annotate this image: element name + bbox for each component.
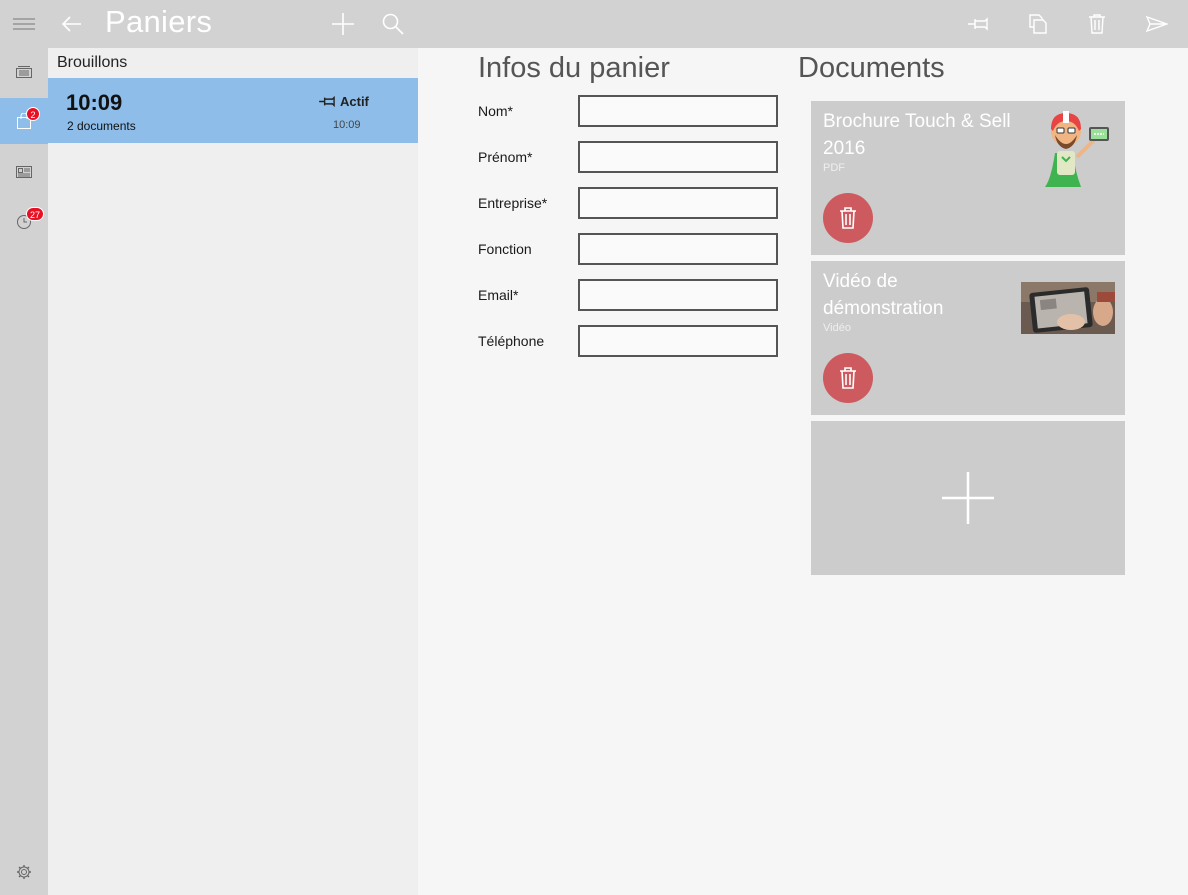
document-card[interactable]: Brochure Touch & Sell 2016 PDF <box>811 101 1125 255</box>
hamburger-menu-icon <box>13 18 35 30</box>
history-badge: 27 <box>26 207 45 221</box>
brochure-mascot-thumbnail <box>1045 111 1109 187</box>
form-row-email: Email* <box>478 279 778 311</box>
add-icon <box>942 472 994 524</box>
copy-icon <box>1029 14 1047 34</box>
delete-icon <box>1089 14 1105 34</box>
add-document-button[interactable] <box>811 421 1125 575</box>
add-icon <box>332 13 354 35</box>
page-title: Paniers <box>105 4 213 39</box>
fonction-input[interactable] <box>578 233 778 265</box>
video-thumbnail <box>1021 282 1115 334</box>
group-title-drafts: Brouillons <box>57 54 128 71</box>
document-title: Vidéo de démonstration <box>823 271 944 319</box>
nav-rail: 2 27 <box>0 0 48 895</box>
catalog-icon <box>16 66 32 78</box>
documents-section-title: Documents <box>798 52 945 84</box>
pin-icon <box>319 96 335 107</box>
document-title: Brochure Touch & Sell 2016 <box>823 111 1011 159</box>
add-basket-button[interactable] <box>319 0 367 48</box>
form-row-entreprise: Entreprise* <box>478 187 778 219</box>
search-button[interactable] <box>369 0 417 48</box>
trash-icon <box>840 207 856 229</box>
form-row-telephone: Téléphone <box>478 325 778 357</box>
document-type: Vidéo <box>823 322 851 334</box>
trash-icon <box>840 367 856 389</box>
basket-status: Actif <box>318 94 369 109</box>
basket-list-pane: Brouillons 10:09 2 documents Actif 10:09 <box>48 48 418 895</box>
rail-item-baskets[interactable]: 2 <box>0 98 48 144</box>
basket-status-label: Actif <box>340 94 369 109</box>
label-email: Email* <box>478 287 519 303</box>
rail-item-news[interactable] <box>0 148 48 196</box>
baskets-badge: 2 <box>26 107 40 121</box>
label-telephone: Téléphone <box>478 333 545 349</box>
settings-button[interactable] <box>0 848 48 895</box>
form-row-prenom: Prénom* <box>478 141 778 173</box>
form-row-nom: Nom* <box>478 95 778 127</box>
basket-doc-count: 2 documents <box>67 119 136 133</box>
basket-time: 10:09 <box>66 90 123 115</box>
pin-button[interactable] <box>954 0 1002 48</box>
document-card[interactable]: Vidéo de démonstration Vidéo <box>811 261 1125 415</box>
email-input[interactable] <box>578 279 778 311</box>
back-arrow-icon <box>62 16 81 32</box>
rail-item-history[interactable]: 27 <box>0 198 48 246</box>
label-prenom: Prénom* <box>478 149 533 165</box>
form-row-fonction: Fonction <box>478 233 778 265</box>
prenom-input[interactable] <box>578 141 778 173</box>
label-entreprise: Entreprise* <box>478 195 548 211</box>
basket-detail: Infos du panier Nom* Prénom* Entreprise*… <box>418 48 1188 895</box>
top-app-bar: Paniers <box>48 0 1188 48</box>
hamburger-menu-button[interactable] <box>0 0 48 48</box>
search-icon <box>382 13 404 35</box>
document-type: PDF <box>823 162 845 174</box>
label-nom: Nom* <box>478 103 514 119</box>
label-fonction: Fonction <box>478 241 532 257</box>
rail-item-catalog[interactable] <box>0 48 48 96</box>
remove-document-button[interactable] <box>823 353 873 403</box>
form-section-title: Infos du panier <box>478 52 670 84</box>
basket-list-item[interactable]: 10:09 2 documents Actif 10:09 <box>48 78 418 143</box>
basket-timestamp: 10:09 <box>333 119 361 131</box>
settings-gear-icon <box>17 865 31 879</box>
nom-input[interactable] <box>578 95 778 127</box>
send-icon <box>1146 16 1168 32</box>
delete-button[interactable] <box>1073 0 1121 48</box>
entreprise-input[interactable] <box>578 187 778 219</box>
back-button[interactable] <box>48 0 96 48</box>
send-button[interactable] <box>1133 0 1181 48</box>
news-icon <box>16 166 32 178</box>
remove-document-button[interactable] <box>823 193 873 243</box>
pin-icon <box>968 17 988 31</box>
copy-button[interactable] <box>1014 0 1062 48</box>
telephone-input[interactable] <box>578 325 778 357</box>
